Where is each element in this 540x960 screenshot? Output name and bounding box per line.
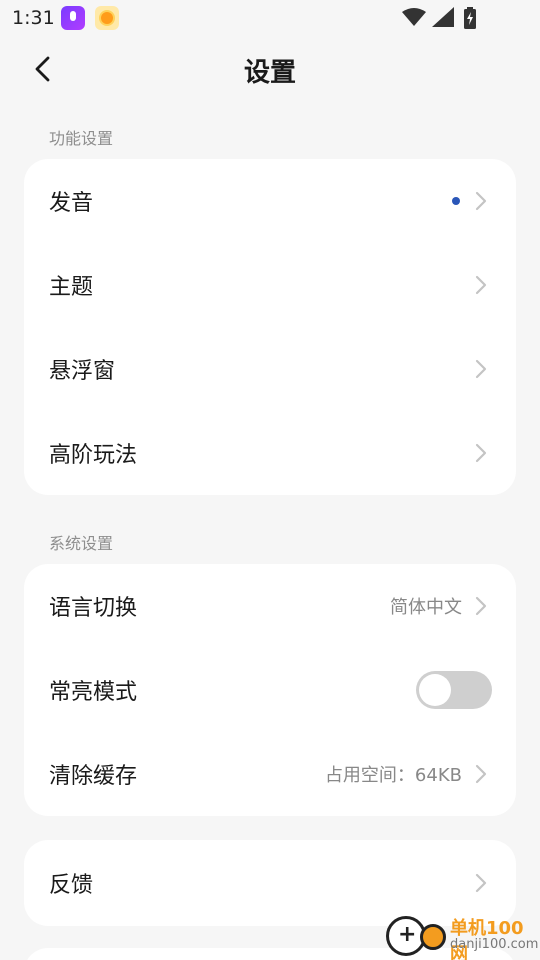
settings-item-label: 清除缓存: [49, 764, 138, 789]
settings-item-label: 常亮模式: [49, 680, 138, 705]
settings-item-label: 主题: [49, 275, 94, 300]
cellular-signal-icon: [432, 7, 454, 27]
status-bar: 1:31: [0, 0, 540, 38]
new-indicator-dot: [452, 197, 460, 205]
settings-item-language[interactable]: 语言切换 简体中文: [24, 564, 516, 648]
chevron-right-icon: [475, 764, 487, 784]
chevron-right-icon: [475, 596, 487, 616]
settings-item-label: 高阶玩法: [49, 443, 138, 468]
settings-item-label: 反馈: [49, 873, 94, 898]
section-label-system: 系统设置: [49, 534, 114, 553]
settings-item-advanced[interactable]: 高阶玩法: [24, 411, 516, 495]
watermark-ball-icon: [420, 924, 446, 950]
settings-item-theme[interactable]: 主题: [24, 243, 516, 327]
settings-item-floating-window[interactable]: 悬浮窗: [24, 327, 516, 411]
chevron-right-icon: [475, 191, 487, 211]
settings-item-label: 发音: [49, 191, 94, 216]
chevron-right-icon: [475, 359, 487, 379]
settings-item-label: 语言切换: [49, 596, 138, 621]
settings-item-keep-screen-on: 常亮模式: [24, 648, 516, 732]
system-settings-card: 语言切换 简体中文 常亮模式 清除缓存 占用空间：64KB: [24, 564, 516, 816]
status-time: 1:31: [12, 7, 55, 29]
settings-item-pronunciation[interactable]: 发音: [24, 159, 516, 243]
battery-charging-icon: [464, 7, 476, 29]
page-title: 设置: [243, 58, 296, 88]
section-label-function: 功能设置: [49, 129, 114, 148]
voice-app-icon: [61, 6, 85, 30]
watermark-url: danji100.com: [450, 937, 539, 952]
header: 设置: [0, 38, 540, 100]
chevron-right-icon: [475, 275, 487, 295]
wifi-icon: [402, 8, 426, 26]
chevron-right-icon: [475, 443, 487, 463]
settings-item-label: 悬浮窗: [49, 359, 116, 384]
settings-item-clear-cache[interactable]: 清除缓存 占用空间：64KB: [24, 732, 516, 816]
language-value: 简体中文: [390, 597, 462, 618]
function-settings-card: 发音 主题 悬浮窗 高阶玩法: [24, 159, 516, 495]
keep-screen-on-toggle[interactable]: [416, 671, 492, 709]
watermark: 单机100网 danji100.com: [380, 910, 540, 960]
chevron-right-icon: [475, 873, 487, 893]
weather-app-icon: [95, 6, 119, 30]
toggle-knob: [419, 674, 451, 706]
cache-size-value: 占用空间：64KB: [324, 765, 462, 786]
